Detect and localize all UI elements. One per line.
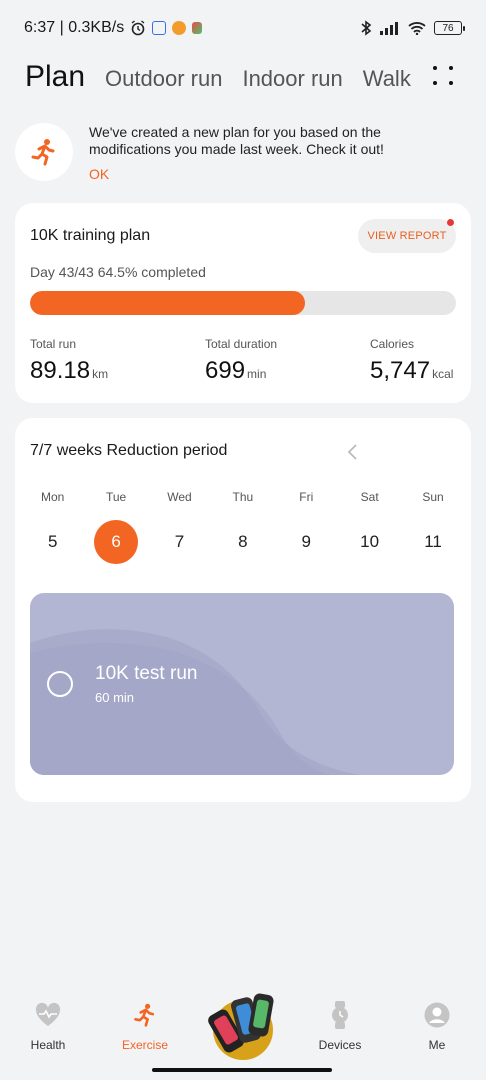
week-schedule-card: 7/7 weeks Reduction period Mon 5 Tue 6 Wed…: [15, 418, 471, 802]
progress-fill: [30, 291, 305, 315]
day-wed[interactable]: Wed 7: [148, 490, 211, 564]
device-image[interactable]: [205, 990, 281, 1060]
day-date: 11: [424, 532, 442, 551]
tab-walk[interactable]: Walk: [363, 66, 411, 92]
day-name: Mon: [41, 490, 65, 504]
day-thu[interactable]: Thu 8: [211, 490, 274, 564]
task-duration: 60 min: [95, 690, 135, 705]
plan-title: 10K training plan: [30, 227, 151, 244]
nav-me[interactable]: Me: [397, 1000, 477, 1052]
day-date: 9: [301, 532, 311, 551]
runner-avatar: [15, 123, 73, 181]
app-notification-icon: [192, 22, 203, 34]
app-notification-icon: [152, 21, 167, 35]
watch-icon: [332, 1001, 348, 1029]
workout-task-card[interactable]: 10K test run 60 min: [30, 593, 454, 775]
plan-notice: We've created a new plan for you based o…: [15, 118, 471, 188]
chevron-left-icon[interactable]: [345, 442, 361, 462]
stat-value: 89.18: [30, 357, 91, 384]
day-date-selected: 6: [94, 520, 139, 564]
person-icon: [424, 1002, 450, 1028]
wifi-icon: [408, 22, 426, 35]
day-fri[interactable]: Fri 9: [275, 490, 338, 564]
day-date: 8: [238, 532, 248, 551]
alarm-icon: [131, 20, 145, 36]
view-report-label: VIEW REPORT: [367, 230, 447, 242]
day-mon[interactable]: Mon 5: [21, 490, 84, 564]
nav-label: Exercise: [121, 1038, 168, 1052]
stat-unit: min: [247, 367, 267, 381]
bottom-navigation: Health Exercise Devices Me: [0, 990, 486, 1060]
stat-total-duration: Total duration 699 min: [205, 337, 277, 385]
stat-total-run: Total run 89.18 km: [30, 337, 108, 385]
day-date: 10: [360, 532, 380, 551]
stat-unit: kcal: [432, 367, 454, 381]
tab-plan[interactable]: Plan: [25, 60, 85, 94]
signal-icon: [380, 22, 398, 35]
day-sat[interactable]: Sat 10: [338, 490, 401, 564]
task-complete-checkbox[interactable]: [47, 671, 73, 697]
more-tabs-icon[interactable]: [432, 66, 456, 90]
day-date: 5: [47, 532, 58, 551]
heart-pulse-icon: [35, 1002, 61, 1026]
day-tue[interactable]: Tue 6: [84, 490, 147, 564]
battery-icon: 76: [434, 21, 465, 35]
day-name: Sun: [422, 490, 444, 504]
status-bar: 6:37 | 0.3KB/s 76: [0, 0, 486, 56]
bluetooth-icon: [361, 20, 372, 36]
app-notification-icon: [172, 21, 187, 35]
training-plan-card[interactable]: 10K training plan VIEW REPORT Day 43/43 …: [15, 203, 471, 403]
progress-text: Day 43/43 64.5% completed: [30, 264, 206, 280]
runner-icon: [134, 1003, 155, 1027]
stat-value: 5,747: [370, 357, 431, 384]
tab-indoor-run[interactable]: Indoor run: [242, 66, 342, 92]
notice-message: We've created a new plan for you based o…: [89, 124, 384, 157]
nav-label: Health: [30, 1038, 66, 1052]
week-title: 7/7 weeks Reduction period: [30, 442, 228, 459]
day-name: Thu: [232, 490, 254, 504]
stat-value: 699: [205, 357, 246, 384]
nav-exercise[interactable]: Exercise: [105, 1000, 185, 1052]
view-report-button[interactable]: VIEW REPORT: [358, 219, 456, 253]
nav-health[interactable]: Health: [8, 1000, 88, 1052]
task-background-wave: [30, 629, 360, 775]
notice-ok-button[interactable]: OK: [89, 166, 109, 182]
runner-icon: [31, 139, 55, 166]
day-name: Sat: [360, 490, 379, 504]
week-days: Mon 5 Tue 6 Wed 7 Thu 8 Fri 9 Sat 10 Sun 11: [21, 490, 465, 564]
nav-label: Me: [428, 1038, 446, 1052]
stat-unit: km: [92, 367, 109, 381]
stat-calories: Calories 5,747 kcal: [370, 337, 453, 385]
stat-label: Total run: [30, 337, 77, 351]
day-name: Tue: [105, 490, 127, 504]
nav-label: Devices: [318, 1038, 362, 1052]
day-name: Fri: [299, 490, 314, 504]
stat-label: Calories: [370, 337, 415, 351]
day-name: Wed: [167, 490, 192, 504]
nav-devices[interactable]: Devices: [300, 1000, 380, 1052]
stat-label: Total duration: [205, 337, 278, 351]
notification-dot: [447, 219, 454, 226]
status-time: 6:37 | 0.3KB/s: [24, 19, 125, 36]
day-date: 7: [174, 532, 185, 551]
tab-outdoor-run[interactable]: Outdoor run: [105, 66, 222, 92]
home-indicator[interactable]: [152, 1068, 332, 1072]
task-name: 10K test run: [95, 663, 198, 684]
top-tabs: Plan Outdoor run Indoor run Walk: [25, 60, 465, 100]
day-sun[interactable]: Sun 11: [401, 490, 464, 564]
progress-bar: [30, 291, 456, 315]
